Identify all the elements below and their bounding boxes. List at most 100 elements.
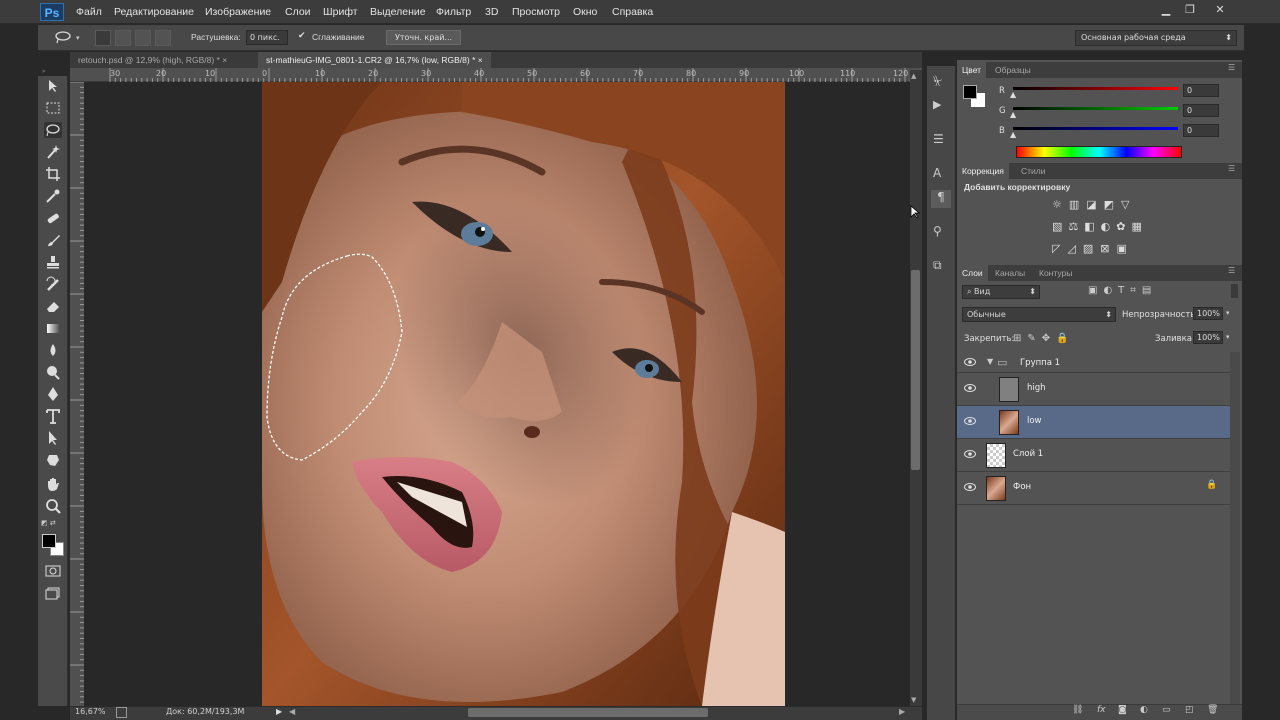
close-icon[interactable]: ✕ [1210, 3, 1230, 17]
vertical-scroll-thumb[interactable] [911, 270, 920, 470]
zoom-tool-icon[interactable] [44, 498, 62, 514]
slider-handle-icon[interactable]: ▲ [1010, 90, 1016, 99]
scroll-right-icon[interactable]: ▶ [899, 707, 905, 716]
mask-icon[interactable]: ◙ [1118, 705, 1127, 715]
tab-swatches[interactable]: Образцы [990, 62, 1036, 78]
restore-icon[interactable]: ❐ [1180, 3, 1200, 17]
refine-edge-button[interactable]: Уточн. край... [386, 30, 461, 45]
menu-type[interactable]: Шрифт [323, 0, 358, 24]
status-menu-icon[interactable]: ▶ [276, 707, 282, 716]
adjustment-layer-icon[interactable]: ◐ [1140, 705, 1148, 715]
layer-filter-select[interactable]: ⌕ Вид ⬍ [962, 285, 1040, 299]
red-value-input[interactable]: 0 [1183, 84, 1219, 97]
layer-row-low[interactable]: low [957, 406, 1230, 439]
menu-filter[interactable]: Фильтр [436, 0, 471, 24]
new-group-icon[interactable]: ▭ [1162, 705, 1171, 715]
menu-file[interactable]: Файл [76, 0, 102, 24]
eye-icon[interactable] [964, 357, 976, 367]
minimize-icon[interactable]: ▁ [1156, 3, 1176, 17]
dodge-tool-icon[interactable] [44, 364, 62, 380]
menu-layers[interactable]: Слои [285, 0, 311, 24]
horizontal-scroll-thumb[interactable] [468, 708, 708, 717]
gradient-tool-icon[interactable] [44, 320, 62, 336]
character-icon[interactable]: A [933, 166, 949, 182]
layer-filter-icons[interactable]: ▣◐T⌗▤ [1088, 285, 1188, 299]
marquee-tool-icon[interactable] [44, 100, 62, 116]
link-icon[interactable]: ⛓ [1072, 705, 1083, 715]
adjustments-sliders-icon[interactable]: ☰ [933, 132, 949, 148]
quick-mask-icon[interactable] [44, 563, 62, 579]
foreground-color-swatch[interactable] [42, 534, 56, 548]
actions-play-icon[interactable]: ▶ [933, 98, 949, 114]
close-tab-icon[interactable]: × [478, 55, 483, 65]
canvas-area[interactable] [84, 82, 910, 706]
layer-row-high[interactable]: high [957, 373, 1230, 406]
subtract-selection-icon[interactable] [135, 30, 151, 46]
add-selection-icon[interactable] [115, 30, 131, 46]
brush-tool-icon[interactable] [44, 232, 62, 248]
tab-current-document[interactable]: st-mathieuG-IMG_0801-1.CR2 @ 16,7% (low,… [258, 52, 491, 68]
eye-icon[interactable] [964, 416, 976, 426]
default-colors-icon[interactable]: ◩ ⇄ [41, 519, 65, 529]
menu-help[interactable]: Справка [612, 0, 653, 24]
paragraph-icon[interactable]: ¶ [931, 190, 951, 208]
color-spectrum-bar[interactable] [1016, 146, 1182, 158]
zoom-level[interactable]: 16,67% [75, 707, 106, 716]
foreground-color[interactable] [963, 85, 977, 99]
layer-row-group[interactable]: ▼ ▭ Группа 1 [957, 352, 1230, 373]
tab-channels[interactable]: Каналы [990, 265, 1030, 281]
layers-scrollbar[interactable] [1230, 352, 1240, 707]
adjustment-icons-row1[interactable]: ☼▥◪◩▽ [1052, 198, 1152, 212]
menu-window[interactable]: Окно [573, 0, 597, 24]
fill-dropdown-icon[interactable]: ▾ [1226, 333, 1230, 341]
eraser-icon[interactable] [44, 298, 62, 314]
fill-input[interactable]: 100% [1193, 331, 1223, 344]
adjustment-icons-row2[interactable]: ▧⚖◧◐✿▦ [1052, 220, 1162, 234]
scroll-down-icon[interactable]: ▼ [911, 696, 916, 704]
crop-tool-icon[interactable] [44, 166, 62, 182]
eye-icon[interactable] [964, 383, 976, 393]
slider-handle-icon[interactable]: ▲ [1010, 110, 1016, 119]
tab-styles[interactable]: Стили [1016, 163, 1051, 179]
clone-source-icon[interactable]: ⧉ [933, 258, 949, 274]
group-expand-icon[interactable]: ▼ [987, 357, 993, 366]
move-tool-icon[interactable] [44, 78, 62, 94]
eye-icon[interactable] [964, 482, 976, 492]
feather-input[interactable]: 0 пикс. [246, 30, 288, 45]
panel-menu-icon[interactable]: ☰ [1228, 266, 1235, 275]
type-tool-icon[interactable] [44, 408, 62, 424]
opacity-input[interactable]: 100% [1193, 307, 1223, 320]
menu-image[interactable]: Изображение [205, 0, 271, 24]
eyedropper-icon[interactable] [44, 188, 62, 204]
shape-tool-icon[interactable] [44, 452, 62, 468]
intersect-selection-icon[interactable] [155, 30, 171, 46]
antialias-checkbox[interactable]: ✔ [298, 31, 308, 41]
history-brush-icon[interactable] [44, 276, 62, 292]
opacity-dropdown-icon[interactable]: ▾ [1226, 309, 1230, 317]
menu-3d[interactable]: 3D [485, 0, 498, 24]
tab-color[interactable]: Цвет [957, 62, 987, 78]
panel-menu-icon[interactable]: ☰ [1228, 63, 1235, 72]
layer-row-layer1[interactable]: Слой 1 [957, 439, 1230, 472]
brush-presets-icon[interactable]: ⚲ [933, 224, 949, 240]
panel-menu-icon[interactable]: ☰ [1228, 164, 1235, 173]
menu-view[interactable]: Просмотр [512, 0, 560, 24]
menu-select[interactable]: Выделение [370, 0, 426, 24]
pen-tool-icon[interactable] [44, 386, 62, 402]
lock-icons[interactable]: ⊞✎✥🔒 [1013, 333, 1083, 345]
red-slider[interactable] [1013, 87, 1178, 90]
lasso-tool-preset-icon[interactable] [54, 30, 74, 44]
healing-brush-icon[interactable] [44, 210, 62, 226]
close-tab-icon[interactable]: × [222, 55, 227, 65]
green-slider[interactable] [1013, 107, 1178, 110]
fx-icon[interactable]: fx [1097, 705, 1106, 715]
layer-row-background[interactable]: Фон 🔒 [957, 472, 1230, 505]
tab-layers[interactable]: Слои [957, 265, 988, 281]
tab-retouch[interactable]: retouch.psd @ 12,9% (high, RGB/8) * × [70, 52, 236, 68]
tab-adjustments[interactable]: Коррекция [957, 163, 1009, 179]
slider-handle-icon[interactable]: ▲ [1010, 130, 1016, 139]
lasso-tool-icon[interactable] [44, 122, 62, 138]
green-value-input[interactable]: 0 [1183, 104, 1219, 117]
screen-mode-icon[interactable] [44, 585, 62, 601]
blend-mode-select[interactable]: Обычные ⬍ [962, 307, 1116, 322]
